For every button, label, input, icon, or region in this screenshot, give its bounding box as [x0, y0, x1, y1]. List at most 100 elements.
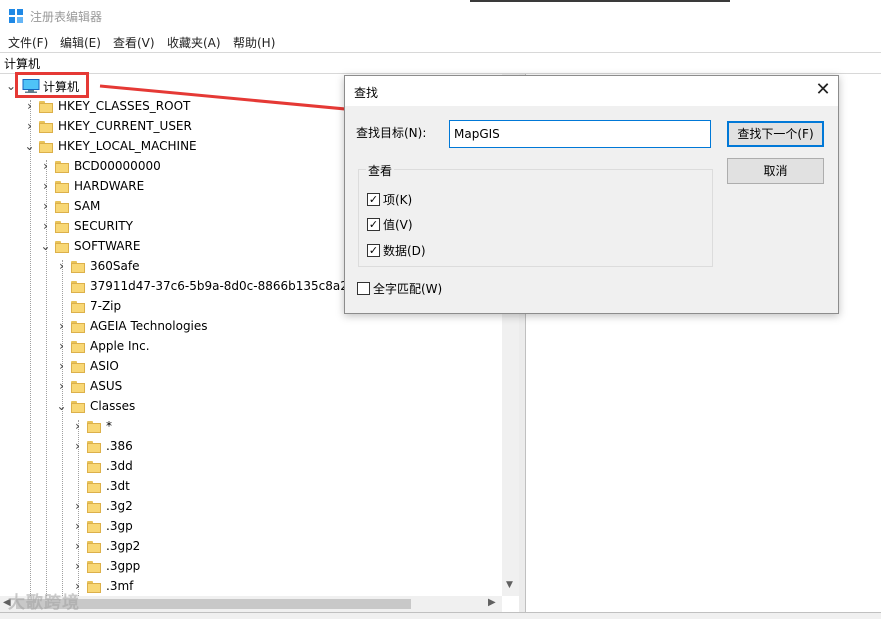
tree-node[interactable]: › Apple Inc. [0, 337, 500, 357]
keys-checkbox[interactable]: ✓ [367, 193, 380, 206]
tree-node[interactable]: › .3gpp [0, 557, 500, 577]
find-dialog: 查找 ✕ 查找目标(N): 查找下一个(F) 取消 查看 ✓ 项(K) ✓ 值(… [344, 75, 839, 314]
address-path[interactable]: 计算机 [4, 55, 40, 72]
window-title: 注册表编辑器 [30, 10, 103, 24]
menu-view[interactable]: 查看(V) [113, 34, 155, 51]
expand-chevron-icon[interactable]: › [24, 120, 35, 132]
find-dialog-titlebar: 查找 ✕ [345, 76, 838, 106]
tree-node-label[interactable]: HKEY_LOCAL_MACHINE [58, 139, 197, 153]
folder-icon [87, 480, 101, 493]
tree-node[interactable]: › .386 [0, 437, 500, 457]
tree-node[interactable]: ⌄ Classes [0, 397, 500, 417]
tree-node-label[interactable]: * [106, 419, 112, 433]
match-whole-checkbox[interactable] [357, 282, 370, 295]
folder-icon [87, 560, 101, 573]
menu-edit[interactable]: 编辑(E) [60, 34, 101, 51]
tree-node-label[interactable]: .3gp [106, 519, 133, 533]
collapse-chevron-icon[interactable]: ⌄ [40, 240, 51, 252]
tree-node-label[interactable]: 360Safe [90, 259, 139, 273]
expand-chevron-icon[interactable]: › [72, 500, 83, 512]
tree-node-label[interactable]: 37911d47-37c6-5b9a-8d0c-8866b135c8a2 [90, 279, 348, 293]
tree-node-label[interactable]: SECURITY [74, 219, 133, 233]
menu-help[interactable]: 帮助(H) [233, 34, 275, 51]
folder-icon [87, 460, 101, 473]
expand-chevron-icon[interactable]: › [40, 200, 51, 212]
tree-node-label[interactable]: .3gpp [106, 559, 140, 573]
tree-node-label[interactable]: HKEY_CLASSES_ROOT [58, 99, 190, 113]
menu-bar: 文件(F) 编辑(E) 查看(V) 收藏夹(A) 帮助(H) [0, 32, 881, 52]
tree-node[interactable]: .3dd [0, 457, 500, 477]
find-what-input[interactable] [449, 120, 711, 148]
match-whole-label[interactable]: 全字匹配(W) [373, 280, 442, 297]
find-next-button[interactable]: 查找下一个(F) [727, 121, 824, 147]
tree-node-label[interactable]: SOFTWARE [74, 239, 140, 253]
tree-node[interactable]: › * [0, 417, 500, 437]
find-what-label: 查找目标(N): [356, 126, 427, 140]
tree-node-label[interactable]: ASIO [90, 359, 119, 373]
tree-node-label[interactable]: .386 [106, 439, 133, 453]
tree-node-label[interactable]: .3dd [106, 459, 133, 473]
tree-node-label[interactable]: AGEIA Technologies [90, 319, 208, 333]
tree-node[interactable]: › .3gp2 [0, 537, 500, 557]
tree-node[interactable]: › ASIO [0, 357, 500, 377]
expand-chevron-icon[interactable]: › [72, 420, 83, 432]
folder-icon [87, 500, 101, 513]
tree-node-label[interactable]: .3g2 [106, 499, 133, 513]
expand-chevron-icon[interactable]: › [40, 160, 51, 172]
expand-chevron-icon[interactable]: › [72, 520, 83, 532]
tree-node-label[interactable]: BCD00000000 [74, 159, 161, 173]
watermark: 大歌跨境 [8, 593, 80, 613]
tree-node-label[interactable]: .3dt [106, 479, 130, 493]
address-bar[interactable]: 计算机 [0, 52, 881, 74]
title-bar: 注册表编辑器 [0, 0, 881, 32]
tree-node-label[interactable]: HKEY_CURRENT_USER [58, 119, 192, 133]
collapse-chevron-icon[interactable]: ⌄ [56, 400, 67, 412]
tree-node-label[interactable]: Classes [90, 399, 135, 413]
expand-chevron-icon[interactable]: › [56, 260, 67, 272]
scroll-right-icon[interactable]: ▶ [488, 597, 496, 608]
tree-node[interactable]: › .3gp [0, 517, 500, 537]
tree-node-label[interactable]: Apple Inc. [90, 339, 150, 353]
tree-node-label[interactable]: .3mf [106, 579, 133, 593]
keys-checkbox-label[interactable]: 项(K) [383, 191, 412, 208]
folder-icon [71, 320, 85, 333]
cancel-button[interactable]: 取消 [727, 158, 824, 184]
tree-node[interactable]: › AGEIA Technologies [0, 317, 500, 337]
expand-chevron-icon[interactable]: › [24, 100, 35, 112]
folder-icon [71, 280, 85, 293]
folder-icon [71, 300, 85, 313]
expand-chevron-icon[interactable]: › [56, 360, 67, 372]
folder-icon [71, 400, 85, 413]
tree-node[interactable]: .3dt [0, 477, 500, 497]
menu-file[interactable]: 文件(F) [8, 34, 48, 51]
expand-chevron-icon[interactable]: › [40, 220, 51, 232]
folder-icon [55, 200, 69, 213]
background-window-edge [470, 0, 730, 2]
close-icon[interactable]: ✕ [812, 79, 834, 101]
folder-icon [87, 540, 101, 553]
menu-favorites[interactable]: 收藏夹(A) [167, 34, 221, 51]
tree-node-label[interactable]: 7-Zip [90, 299, 121, 313]
collapse-chevron-icon[interactable]: ⌄ [24, 140, 35, 152]
tree-node-label[interactable]: SAM [74, 199, 100, 213]
tree-node[interactable]: › .3g2 [0, 497, 500, 517]
expand-chevron-icon[interactable]: › [56, 340, 67, 352]
expand-chevron-icon[interactable]: › [56, 380, 67, 392]
folder-icon [55, 180, 69, 193]
scroll-down-icon[interactable]: ▼ [506, 580, 513, 590]
expand-chevron-icon[interactable]: › [72, 440, 83, 452]
folder-icon [71, 260, 85, 273]
tree-node-label[interactable]: HARDWARE [74, 179, 144, 193]
expand-chevron-icon[interactable]: › [72, 560, 83, 572]
tree-node-label[interactable]: .3gp2 [106, 539, 140, 553]
expand-chevron-icon[interactable]: › [56, 320, 67, 332]
values-checkbox-label[interactable]: 值(V) [383, 216, 413, 233]
tree-node-label[interactable]: ASUS [90, 379, 122, 393]
data-checkbox[interactable]: ✓ [367, 244, 380, 257]
expand-chevron-icon[interactable]: › [40, 180, 51, 192]
folder-icon [55, 240, 69, 253]
values-checkbox[interactable]: ✓ [367, 218, 380, 231]
data-checkbox-label[interactable]: 数据(D) [383, 242, 426, 259]
tree-node[interactable]: › ASUS [0, 377, 500, 397]
expand-chevron-icon[interactable]: › [72, 540, 83, 552]
